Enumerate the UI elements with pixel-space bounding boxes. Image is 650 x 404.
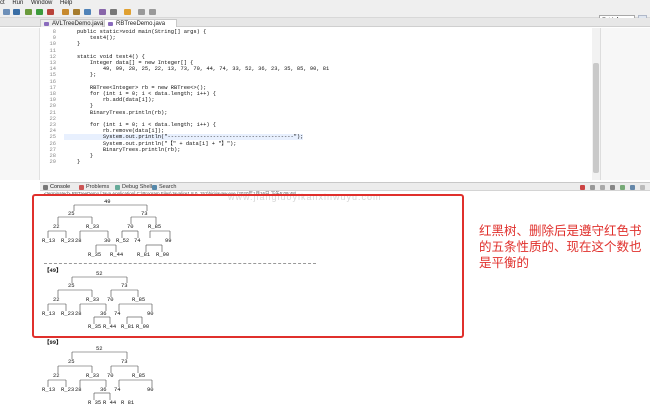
tree-node: R_44 bbox=[103, 399, 117, 404]
tree-node: 73 bbox=[121, 358, 128, 365]
annotation-text: 红黑树、删除后是遵守红色书的五条性质的、现在这个数也是平衡的 bbox=[479, 223, 642, 270]
tree-node: R_33 bbox=[86, 372, 100, 379]
tree-node: 22 bbox=[53, 372, 60, 379]
tree-node: 36 bbox=[100, 386, 107, 393]
tree-node: 90 bbox=[147, 386, 154, 393]
removed-value-label: 【99】 bbox=[44, 339, 62, 346]
tree-node: 74 bbox=[114, 386, 121, 393]
highlight-box bbox=[32, 194, 464, 338]
tree-node: R_81 bbox=[121, 399, 135, 404]
tree-node: R_35 bbox=[88, 399, 102, 404]
tree-node: R_23 bbox=[61, 386, 75, 393]
tree-node: 25 bbox=[68, 358, 75, 365]
tree-node: R_85 bbox=[132, 372, 146, 379]
tree-node: R_13 bbox=[42, 386, 56, 393]
tree-node: 28 bbox=[75, 386, 82, 393]
tree-node: 52 bbox=[96, 345, 103, 352]
tree-node: 70 bbox=[107, 372, 114, 379]
